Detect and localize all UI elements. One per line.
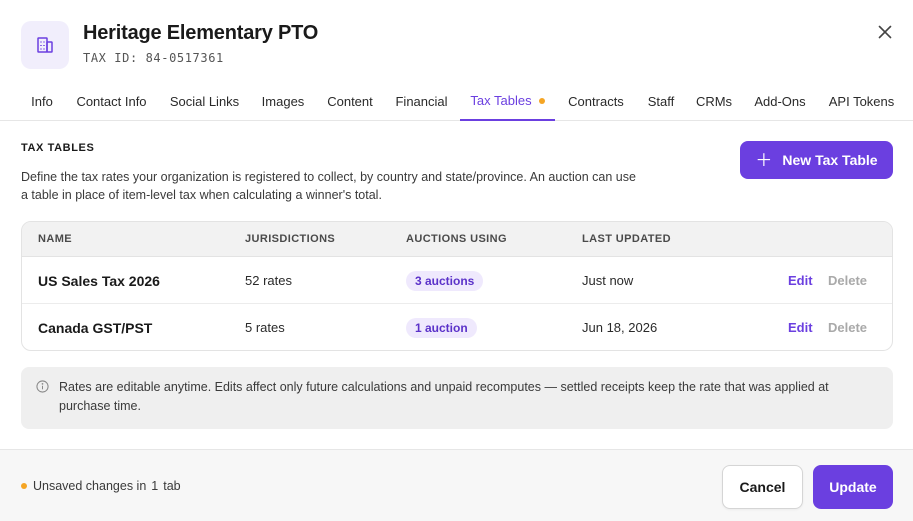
section-description: Define the tax rates your organization i… — [21, 170, 636, 202]
tab-financial[interactable]: Financial — [388, 82, 455, 120]
new-tax-table-button[interactable]: ＋ New Tax Table — [740, 141, 893, 179]
plus-icon: ＋ — [755, 150, 773, 170]
tab-images[interactable]: Images — [254, 82, 312, 120]
unsaved-indicator-dot — [21, 483, 27, 489]
tab-bar: Info Contact Info Social Links Images Co… — [0, 82, 913, 121]
auctions-using-badge[interactable]: 3 auctions — [406, 270, 484, 291]
last-updated: Just now — [582, 273, 634, 288]
tab-info[interactable]: Info — [21, 82, 63, 120]
info-text: Rates are editable anytime. Edits affect… — [59, 380, 829, 413]
tab-contact-info[interactable]: Contact Info — [68, 82, 155, 120]
column-header-auctions-using: AUCTIONS USING — [406, 233, 507, 245]
table-row: US Sales Tax 2026 52 rates 3 auctions Ju… — [22, 257, 892, 304]
org-logo — [21, 21, 69, 69]
tab-api-tokens[interactable]: API Tokens — [823, 82, 900, 120]
tab-contracts[interactable]: Contracts — [561, 82, 631, 120]
tab-staff[interactable]: Staff — [641, 82, 681, 120]
tab-tax-tables[interactable]: Tax Tables — [460, 82, 555, 121]
unsaved-changes-status: Unsaved changes in 1 tab — [21, 479, 181, 493]
org-tax-id: TAX ID: 84-0517361 — [83, 51, 224, 65]
modal-footer: Unsaved changes in 1 tab Cancel Update — [0, 449, 913, 521]
tab-social-links[interactable]: Social Links — [163, 82, 246, 120]
tab-content[interactable]: Content — [320, 82, 380, 120]
org-name: Heritage Elementary PTO — [83, 22, 319, 44]
close-icon — [878, 25, 892, 39]
column-header-name: NAME — [38, 233, 72, 245]
tab-crms[interactable]: CRMs — [691, 82, 737, 120]
table-row: Canada GST/PST 5 rates 1 auction Jun 18,… — [22, 304, 892, 350]
unsaved-indicator-dot — [538, 97, 545, 104]
jurisdictions-count: 52 rates — [245, 273, 292, 288]
update-button[interactable]: Update — [813, 465, 893, 509]
unsaved-tab-count: 1 — [151, 479, 159, 493]
jurisdictions-count: 5 rates — [245, 320, 285, 335]
delete-link[interactable]: Delete — [828, 320, 867, 335]
column-header-last-updated: LAST UPDATED — [582, 233, 671, 245]
last-updated: Jun 18, 2026 — [582, 320, 658, 335]
delete-link[interactable]: Delete — [828, 273, 867, 288]
building-icon — [37, 37, 53, 53]
organization-settings-modal: Heritage Elementary PTO TAX ID: 84-05173… — [0, 0, 913, 521]
info-notice: Rates are editable anytime. Edits affect… — [21, 367, 893, 429]
table-header: NAME JURISDICTIONS AUCTIONS USING LAST U… — [22, 222, 892, 257]
tax-table-name: Canada GST/PST — [38, 319, 153, 336]
edit-link[interactable]: Edit — [788, 320, 813, 335]
edit-link[interactable]: Edit — [788, 273, 813, 288]
tax-table-name: US Sales Tax 2026 — [38, 272, 160, 289]
tax-tables-table: NAME JURISDICTIONS AUCTIONS USING LAST U… — [21, 221, 893, 351]
tab-add-ons[interactable]: Add-Ons — [748, 82, 812, 120]
column-header-jurisdictions: JURISDICTIONS — [245, 233, 336, 245]
section-title: TAX TABLES — [21, 142, 95, 154]
cancel-button[interactable]: Cancel — [722, 465, 803, 509]
close-button[interactable] — [873, 20, 897, 44]
info-icon — [36, 380, 49, 393]
auctions-using-badge[interactable]: 1 auction — [406, 317, 477, 338]
